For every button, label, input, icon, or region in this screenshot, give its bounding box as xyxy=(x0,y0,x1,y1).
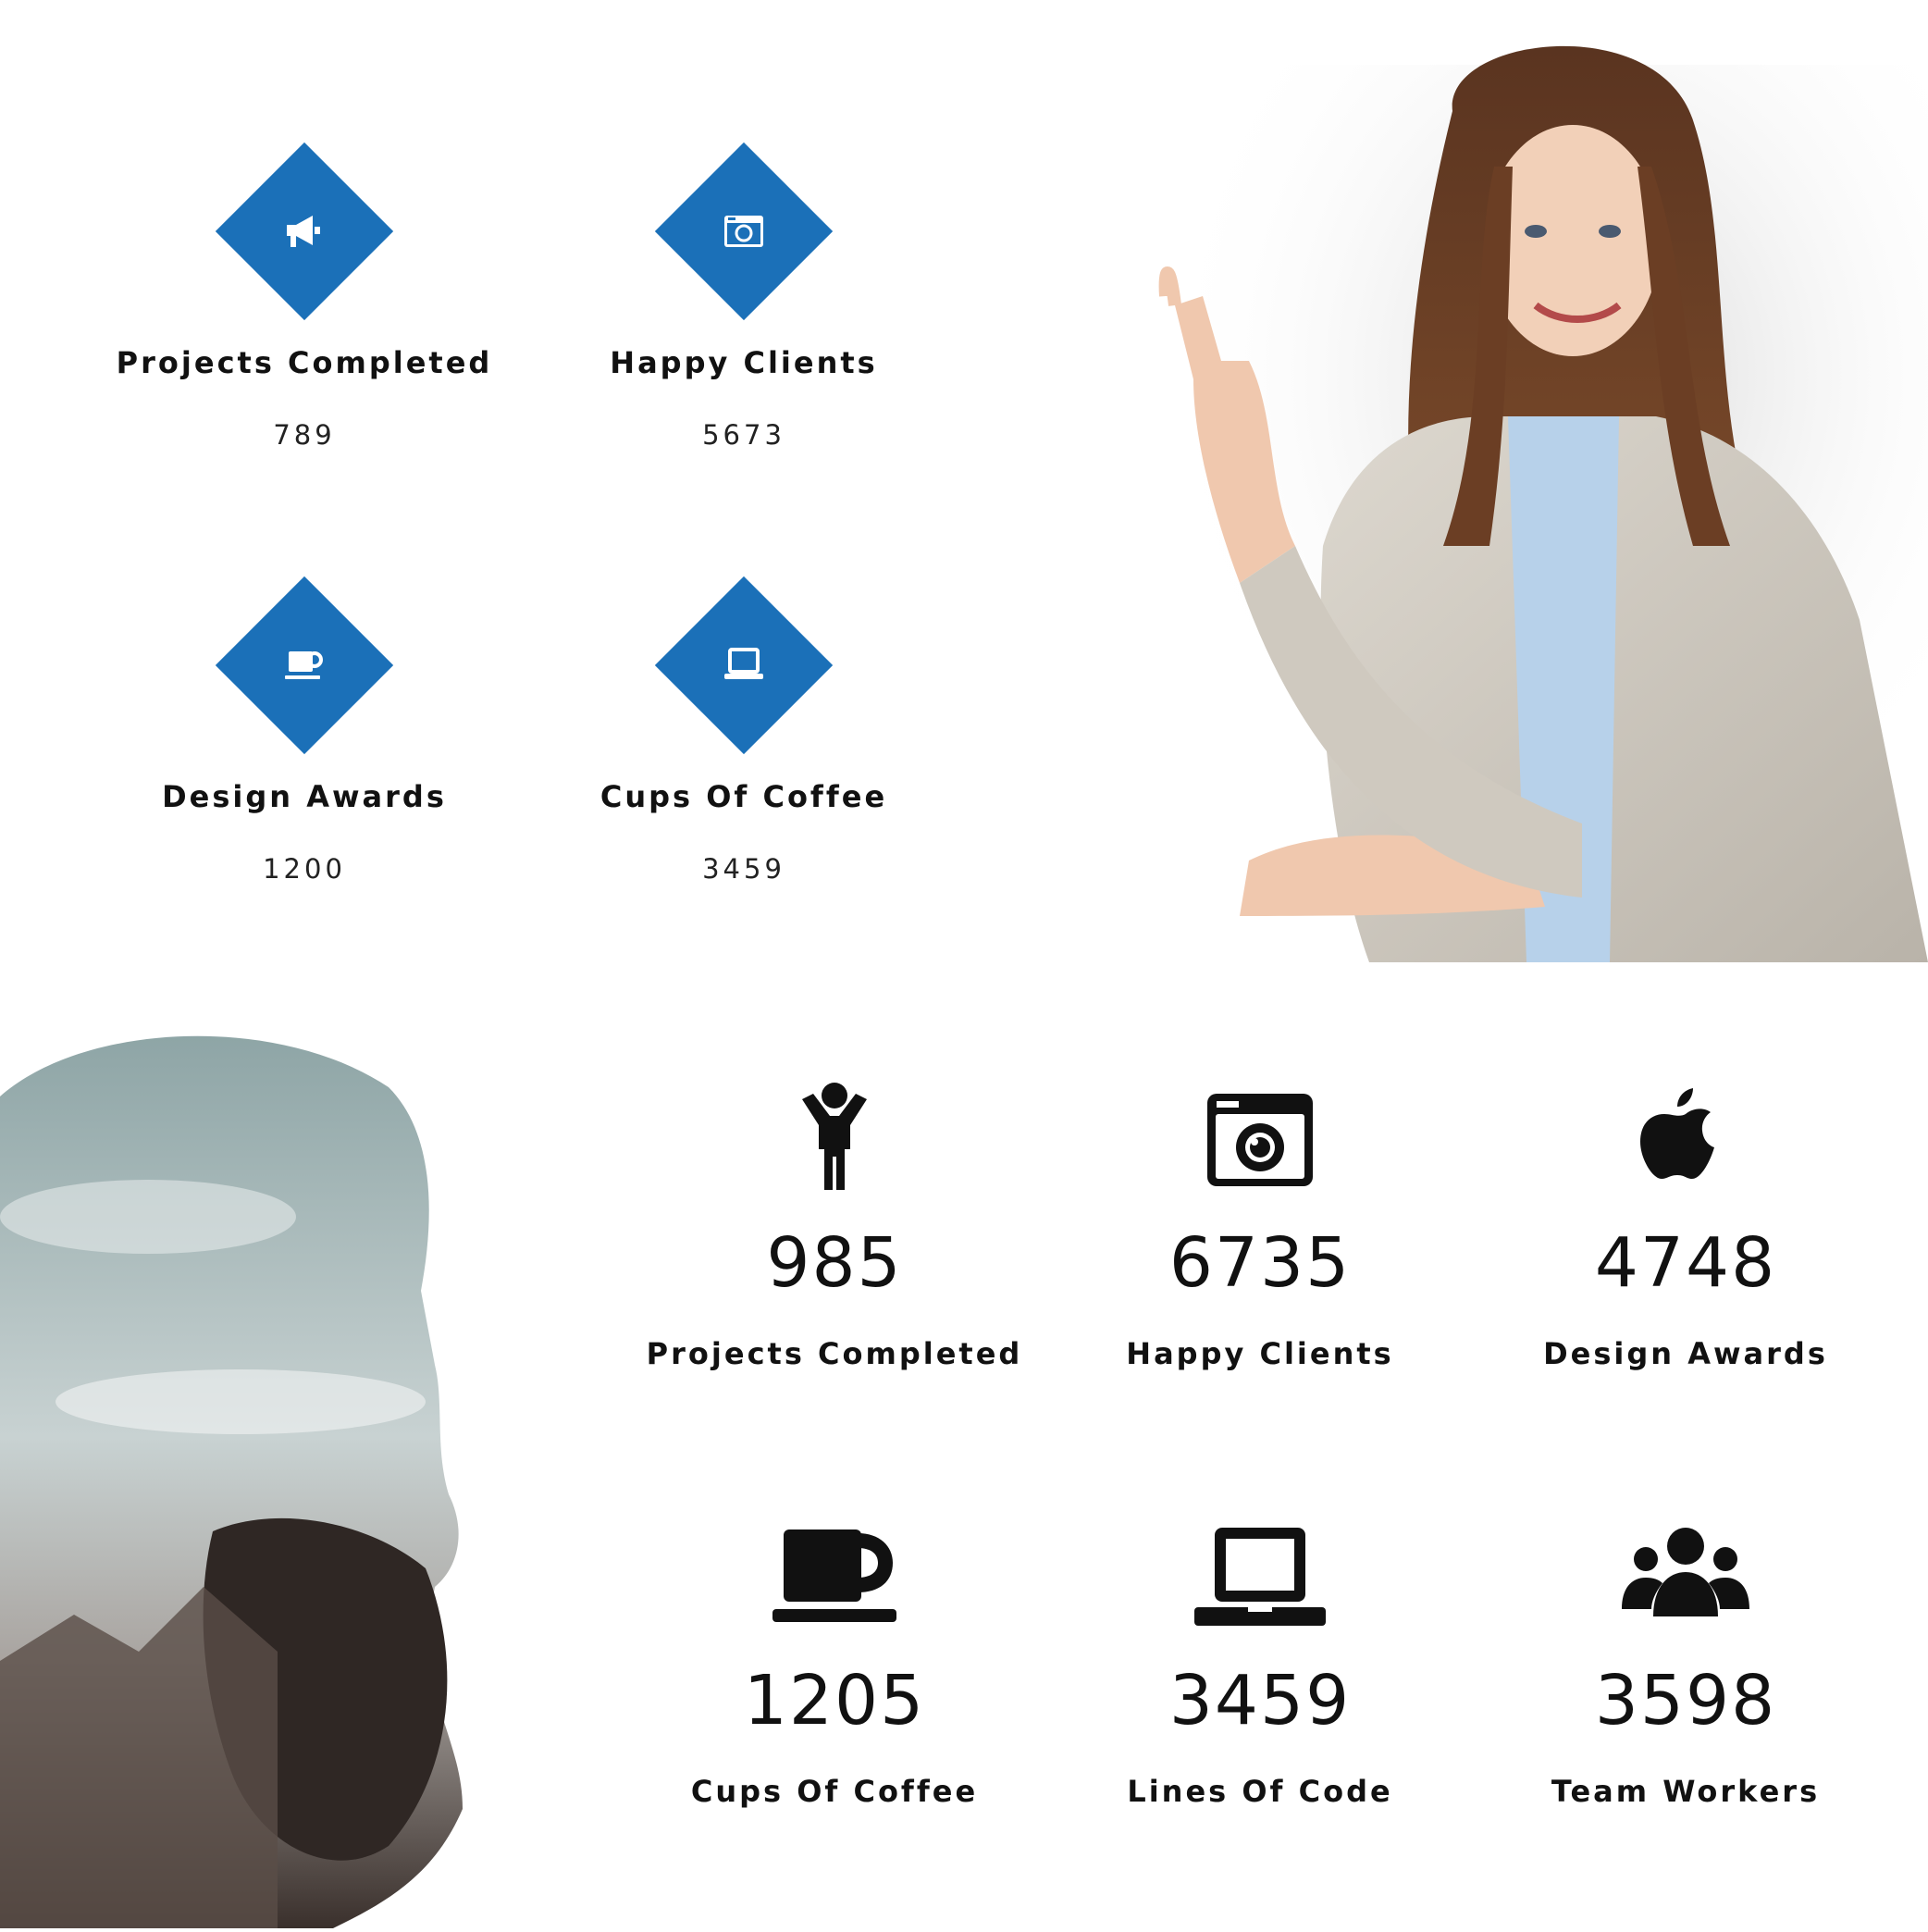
stat-value: 6735 xyxy=(1168,1223,1352,1303)
users-icon xyxy=(1616,1520,1755,1631)
stat-label: Team Workers xyxy=(1551,1774,1821,1809)
stat-label: Lines Of Code xyxy=(1127,1774,1393,1809)
businesswoman-photo xyxy=(1138,28,1928,962)
stat-value: 3459 xyxy=(1168,1661,1352,1740)
stat-value: 4748 xyxy=(1594,1223,1777,1303)
coffee-cup-icon xyxy=(216,577,392,753)
stat-value: 1205 xyxy=(743,1661,926,1740)
stat-value: 5673 xyxy=(702,419,785,451)
megaphone-icon xyxy=(216,143,392,319)
stat-value: 1200 xyxy=(263,853,346,885)
camera-icon xyxy=(656,143,832,319)
apple-icon xyxy=(1616,1083,1755,1194)
coffee-cup-icon xyxy=(765,1520,904,1631)
stat-value: 3598 xyxy=(1594,1661,1777,1740)
stat-label: Design Awards xyxy=(162,779,447,814)
child-icon xyxy=(765,1083,904,1194)
stat-value: 789 xyxy=(273,419,336,451)
stat-value: 985 xyxy=(766,1223,903,1303)
laptop-icon xyxy=(656,577,832,753)
stat-value: 3459 xyxy=(702,853,785,885)
laptop-icon xyxy=(1191,1520,1329,1631)
stat-label: Cups Of Coffee xyxy=(690,1774,979,1809)
stat-label: Projects Completed xyxy=(646,1336,1023,1371)
diamond-badge xyxy=(654,576,834,755)
camera-icon xyxy=(1191,1083,1329,1194)
stat-label: Happy Clients xyxy=(1126,1336,1394,1371)
stat-label: Design Awards xyxy=(1543,1336,1828,1371)
bearded-man-photo xyxy=(0,1013,481,1928)
diamond-badge xyxy=(215,576,394,755)
stat-label: Happy Clients xyxy=(610,345,878,380)
stat-label: Projects Completed xyxy=(116,345,493,380)
diamond-badge xyxy=(654,142,834,321)
stat-label: Cups Of Coffee xyxy=(599,779,888,814)
diamond-badge xyxy=(215,142,394,321)
